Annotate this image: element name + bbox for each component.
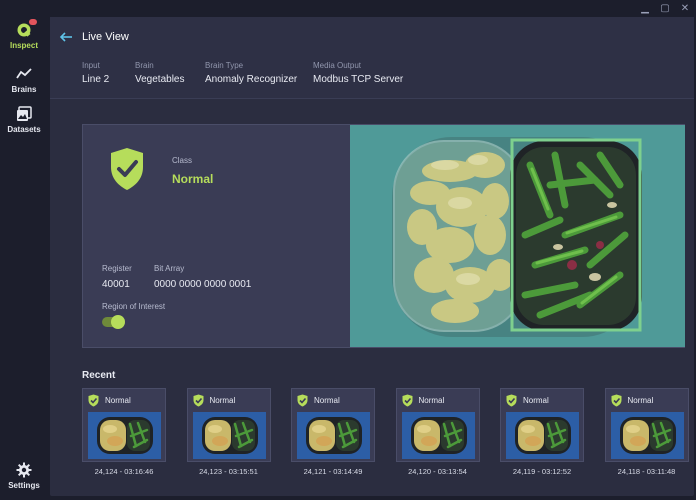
recent-status: Normal [314, 396, 340, 405]
sidebar-item-label: Datasets [7, 125, 41, 134]
shield-check-icon [193, 394, 203, 407]
shield-check-icon [88, 394, 99, 407]
minimize-button[interactable]: ▁ [640, 4, 650, 14]
meta-brain: Brain Vegetables [135, 61, 185, 85]
meta-value: Vegetables [135, 74, 185, 85]
meta-media-output: Media Output Modbus TCP Server [313, 61, 403, 85]
recent-caption: 24,119 - 03:12:52 [512, 467, 572, 476]
recent-status: Normal [209, 396, 236, 405]
recent-thumb-card[interactable]: Normal [500, 388, 584, 462]
meta-brain-type: Brain Type Anomaly Recognizer [205, 61, 297, 85]
brains-chart-icon [16, 68, 32, 79]
bit-array-value: 0000 0000 0000 0001 [154, 279, 252, 290]
recent-caption: 24,121 - 03:14:49 [303, 467, 363, 476]
maximize-button[interactable]: ▢ [660, 4, 670, 14]
roi-label: Region of Interest [102, 302, 166, 311]
recent-thumbnail-image [506, 412, 579, 459]
bit-array-label: Bit Array [154, 264, 185, 273]
recent-status: Normal [105, 396, 131, 405]
meta-input: Input Line 2 [82, 61, 109, 85]
recent-thumbnail-image [401, 412, 475, 459]
page-title: Live View [82, 31, 129, 43]
recent-status: Normal [418, 396, 445, 405]
recent-item[interactable]: Normal 24,120 - 03:13:54 [395, 388, 484, 476]
recent-caption: 24,123 - 03:15:51 [199, 467, 258, 476]
recent-title: Recent [82, 370, 116, 381]
shield-check-icon [506, 394, 517, 407]
recent-status: Normal [627, 396, 654, 405]
inspection-card: Class Normal Register 40001 Bit Array 00… [82, 124, 685, 348]
meta-key: Input [82, 61, 100, 70]
recent-item[interactable]: Normal 24,121 - 03:14:49 [291, 388, 379, 476]
recent-caption: 24,118 - 03:11:48 [617, 467, 676, 476]
gear-icon [16, 462, 32, 478]
shield-check-icon [611, 394, 621, 407]
register-label: Register [102, 264, 132, 273]
recent-thumbnail-image [88, 412, 161, 459]
sidebar-item-inspect[interactable]: Inspect [0, 19, 48, 50]
sidebar-item-settings[interactable]: Settings [0, 462, 48, 490]
meta-value: Anomaly Recognizer [205, 74, 298, 85]
toggle-knob [111, 315, 125, 329]
recent-item[interactable]: Normal 24,119 - 03:12:52 [500, 388, 588, 476]
meta-value: Line 2 [82, 74, 110, 85]
sidebar-item-label: Brains [11, 85, 37, 94]
recent-item[interactable]: Normal 24,118 - 03:11:48 [604, 388, 693, 476]
meta-value: Modbus TCP Server [313, 74, 404, 85]
meta-key: Media Output [313, 61, 362, 70]
recent-list: Normal 24,124 - 03:16:46 Normal 24,123 - 03… [82, 388, 694, 484]
recent-item[interactable]: Normal 24,123 - 03:15:51 [186, 388, 275, 476]
recent-item[interactable]: Normal 24,124 - 03:16:46 [82, 388, 170, 476]
recent-thumbnail-image [192, 412, 266, 459]
recent-thumb-card[interactable]: Normal [291, 388, 375, 462]
sidebar-item-datasets[interactable]: Datasets [0, 106, 48, 134]
register-value: 40001 [102, 279, 130, 290]
meta-key: Brain [135, 61, 154, 70]
shield-check-icon [297, 394, 308, 407]
recent-thumb-card[interactable]: Normal [186, 388, 271, 462]
recent-thumbnail-image [610, 412, 684, 459]
close-button[interactable]: ✕ [680, 4, 690, 14]
sidebar-item-brains[interactable]: Brains [0, 66, 48, 94]
sidebar: Inspect Brains Datasets Settings [0, 0, 48, 500]
roi-toggle[interactable] [102, 315, 125, 329]
shield-check-icon [402, 394, 412, 407]
page-header: Live View Input Line 2 Brain Vegetables … [50, 17, 694, 99]
shield-check-icon [111, 148, 143, 190]
recent-caption: 24,124 - 03:16:46 [94, 467, 154, 476]
recent-thumb-card[interactable]: Normal [604, 388, 689, 462]
sidebar-item-label: Inspect [9, 41, 38, 50]
inspect-icon [16, 19, 37, 38]
main-panel: Live View Input Line 2 Brain Vegetables … [50, 17, 694, 496]
datasets-icon [17, 106, 32, 121]
class-value: Normal [172, 172, 214, 186]
window-controls: ▁ ▢ ✕ [640, 4, 690, 14]
sidebar-item-label: Settings [8, 481, 40, 490]
recent-thumb-card[interactable]: Normal [82, 388, 166, 462]
meta-key: Brain Type [205, 61, 244, 70]
notification-badge [29, 19, 37, 25]
recent-thumbnail-image [297, 412, 370, 459]
recent-thumb-card[interactable]: Normal [395, 388, 480, 462]
recent-status: Normal [523, 396, 549, 405]
live-camera-image [350, 125, 685, 347]
class-label: Class [172, 156, 193, 165]
recent-caption: 24,120 - 03:13:54 [408, 467, 467, 476]
back-arrow-icon[interactable] [59, 30, 73, 44]
